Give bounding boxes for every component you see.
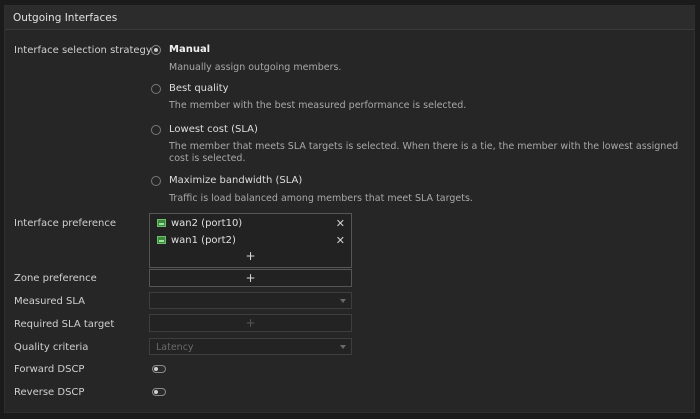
- reverse-dscp-toggle[interactable]: [152, 388, 166, 396]
- remove-wan2-icon[interactable]: ✕: [336, 217, 345, 230]
- panel-title: Outgoing Interfaces: [13, 12, 118, 24]
- zone-preference-field[interactable]: +: [149, 269, 352, 287]
- option-best-quality-desc: The member with the best measured perfor…: [169, 100, 467, 111]
- forward-dscp-label: Forward DSCP: [14, 364, 85, 375]
- required-sla-field[interactable]: +: [149, 314, 352, 332]
- option-lowest-cost-desc: The member that meets SLA targets is sel…: [169, 141, 679, 164]
- member-item-wan2[interactable]: wan2 (port10): [157, 218, 242, 229]
- option-maximize-bandwidth-desc: Traffic is load balanced among members t…: [169, 193, 473, 204]
- chevron-down-icon: [340, 299, 346, 303]
- option-best-quality-title[interactable]: Best quality: [169, 83, 229, 94]
- forward-dscp-toggle[interactable]: [152, 365, 166, 373]
- member-item-wan1[interactable]: wan1 (port2): [157, 235, 236, 246]
- strategy-label: Interface selection strategy: [14, 45, 152, 56]
- required-sla-label: Required SLA target: [14, 319, 115, 330]
- option-maximize-bandwidth-title[interactable]: Maximize bandwidth (SLA): [169, 175, 302, 186]
- interface-preference-list: wan2 (port10) ✕ wan1 (port2) ✕ +: [149, 213, 352, 268]
- interface-preference-label: Interface preference: [14, 218, 117, 229]
- remove-wan1-icon[interactable]: ✕: [336, 234, 345, 247]
- add-sla-target-button[interactable]: +: [150, 316, 351, 330]
- quality-criteria-value: Latency: [156, 342, 194, 353]
- radio-manual[interactable]: [151, 45, 161, 55]
- outgoing-interfaces-panel: Outgoing Interfaces Interface selection …: [4, 5, 695, 413]
- interface-icon: [157, 236, 166, 244]
- reverse-dscp-label: Reverse DSCP: [14, 387, 85, 398]
- member-label: wan1 (port2): [171, 235, 236, 246]
- quality-criteria-label: Quality criteria: [14, 342, 89, 353]
- panel-header: Outgoing Interfaces: [5, 6, 694, 30]
- chevron-down-icon: [340, 345, 346, 349]
- quality-criteria-select[interactable]: Latency: [149, 338, 352, 355]
- radio-best-quality[interactable]: [151, 84, 161, 94]
- add-interface-button[interactable]: +: [150, 249, 351, 263]
- option-manual-title[interactable]: Manual: [169, 44, 210, 55]
- option-lowest-cost-title[interactable]: Lowest cost (SLA): [169, 124, 258, 135]
- interface-icon: [157, 219, 166, 227]
- member-label: wan2 (port10): [171, 218, 243, 229]
- radio-lowest-cost[interactable]: [151, 125, 161, 135]
- option-manual-desc: Manually assign outgoing members.: [169, 62, 342, 73]
- measured-sla-select[interactable]: [149, 292, 352, 309]
- add-zone-button[interactable]: +: [150, 271, 351, 285]
- zone-preference-label: Zone preference: [14, 273, 97, 284]
- measured-sla-label: Measured SLA: [14, 296, 86, 307]
- radio-maximize-bandwidth[interactable]: [151, 176, 161, 186]
